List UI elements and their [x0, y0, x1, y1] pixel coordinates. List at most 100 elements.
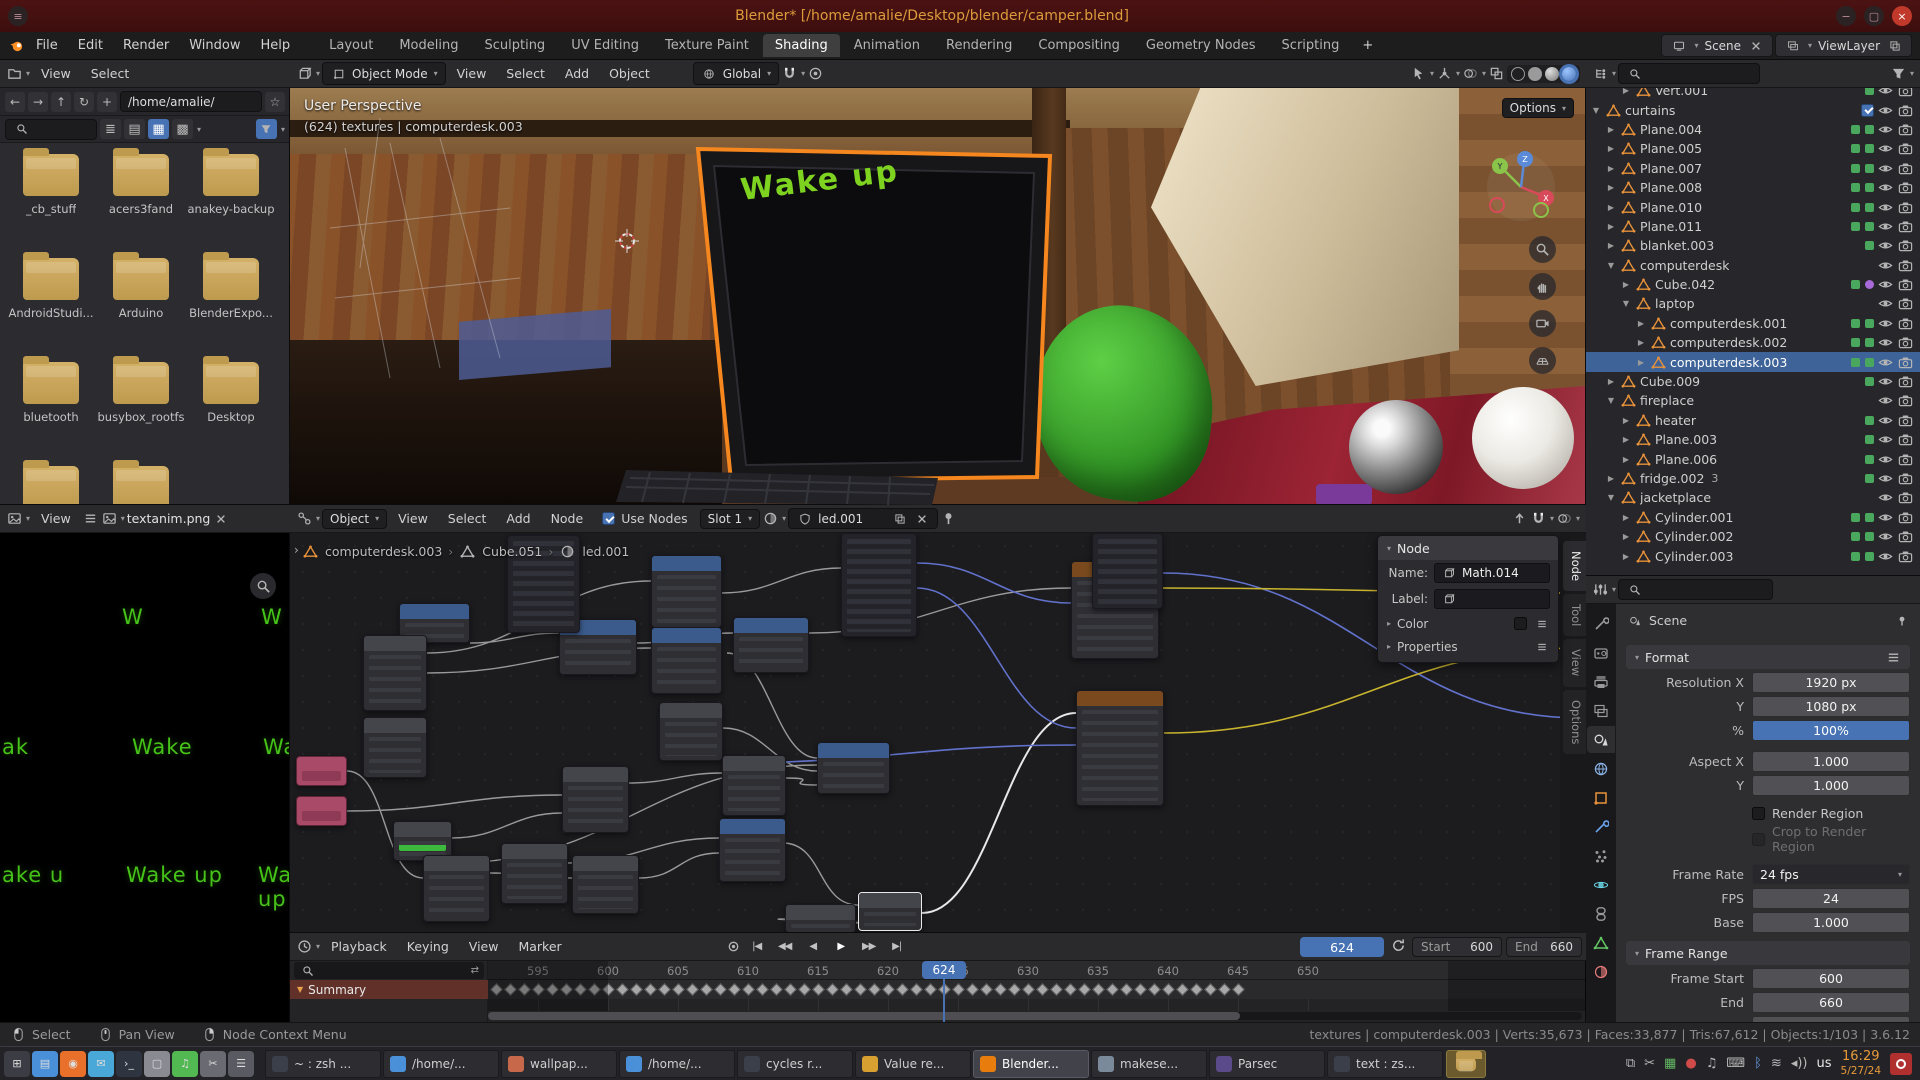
camera-icon[interactable] [1897, 373, 1914, 390]
shader-menu-add[interactable]: Add [497, 508, 539, 529]
shading-rendered-icon[interactable] [1562, 67, 1576, 81]
scene-selector[interactable]: ▾ Scene [1661, 34, 1773, 57]
toggle-perspective-button[interactable] [1529, 347, 1556, 374]
launcher-files-icon[interactable]: ▤ [32, 1051, 58, 1077]
expand-arrow[interactable]: ▶ [1620, 532, 1632, 541]
object-name[interactable]: blanket.003 [1640, 238, 1714, 253]
prop-value-field[interactable]: 100% [1752, 720, 1910, 741]
camera-icon[interactable] [1897, 276, 1914, 293]
node-header[interactable] [502, 844, 567, 859]
tray-network-icon[interactable]: ≋ [1771, 1056, 1782, 1071]
outliner-row-computerdesk-001[interactable]: ▶computerdesk.001 [1586, 314, 1920, 333]
shader-node[interactable] [423, 855, 490, 922]
math-node[interactable] [733, 617, 809, 673]
summary-keyframe[interactable] [1134, 983, 1147, 996]
menubar-menu-window[interactable]: Window [180, 35, 249, 56]
outliner-row-plane-010[interactable]: ▶Plane.010 [1586, 197, 1920, 216]
expand-arrow[interactable]: ▼ [1620, 299, 1632, 308]
summary-keyframe[interactable] [1176, 983, 1189, 996]
timeline-scrollbar[interactable] [488, 1012, 1582, 1020]
properties-tab-view-layer[interactable] [1587, 697, 1615, 724]
playhead-line[interactable] [943, 975, 945, 1022]
eye-icon[interactable] [1877, 451, 1894, 468]
files-window-button[interactable] [1446, 1050, 1486, 1078]
summary-keyframe[interactable] [616, 983, 629, 996]
summary-keyframe[interactable] [756, 983, 769, 996]
camera-icon[interactable] [1897, 489, 1914, 506]
outliner-filter-icon[interactable] [1890, 65, 1907, 82]
prop-format-header[interactable]: ▾Format [1626, 645, 1910, 669]
task-button--home-[interactable]: /home/... [383, 1050, 499, 1078]
editor-type-timeline-icon[interactable] [296, 938, 313, 955]
summary-keyframe[interactable] [1204, 983, 1217, 996]
object-name[interactable]: fridge.002 [1640, 471, 1704, 486]
shader-node[interactable] [572, 855, 639, 914]
node-snap-icon[interactable] [1530, 510, 1547, 527]
summary-keyframe[interactable] [854, 983, 867, 996]
node-header[interactable] [818, 743, 889, 758]
timeline-menu-marker[interactable]: Marker [509, 936, 570, 957]
camera-icon[interactable] [1897, 431, 1914, 448]
camera-icon[interactable] [1897, 257, 1914, 274]
outliner-row-cylinder-003[interactable]: ▶Cylinder.003 [1586, 546, 1920, 565]
object-name[interactable]: Plane.004 [1640, 122, 1702, 137]
workspace-tab-animation[interactable]: Animation [842, 34, 932, 57]
image-view-menu[interactable]: View [32, 508, 80, 529]
camera-icon[interactable] [1897, 121, 1914, 138]
properties-tab-material[interactable] [1587, 958, 1615, 985]
outliner-row-computerdesk-002[interactable]: ▶computerdesk.002 [1586, 333, 1920, 352]
camera-icon[interactable] [1897, 237, 1914, 254]
expand-arrow[interactable]: ▶ [1620, 280, 1632, 289]
tray-bluetooth-icon[interactable]: ᛒ [1754, 1056, 1762, 1071]
summary-keyframe[interactable] [672, 983, 685, 996]
summary-keyframe[interactable] [1022, 983, 1035, 996]
side-tab-node[interactable]: Node [1563, 541, 1586, 591]
color-checkbox[interactable] [1514, 617, 1527, 630]
node-color-section[interactable]: ▸Color [1378, 612, 1558, 635]
camera-icon[interactable] [1897, 199, 1914, 216]
image-name[interactable]: textanim.png [127, 511, 211, 526]
camera-icon[interactable] [1897, 412, 1914, 429]
node-header[interactable] [364, 636, 426, 651]
node-header[interactable] [720, 819, 785, 834]
folder-item[interactable]: BlenderExpo... [186, 252, 276, 356]
viewport-menu-object[interactable]: Object [600, 63, 659, 84]
image-browse-icon[interactable] [101, 510, 118, 527]
object-name[interactable]: Cylinder.002 [1655, 529, 1733, 544]
outliner-row-fridge-002[interactable]: ▶fridge.0023 [1586, 469, 1920, 488]
refresh-button[interactable]: ↻ [74, 92, 94, 112]
path-field[interactable]: /home/amalie/ [120, 91, 262, 112]
launcher-capture-icon[interactable]: ✂ [200, 1051, 226, 1077]
tray-record-icon[interactable]: ● [1685, 1056, 1696, 1071]
object-name[interactable]: laptop [1655, 296, 1695, 311]
shader-node[interactable] [501, 843, 568, 904]
properties-tab-output[interactable] [1587, 668, 1615, 695]
folder-item-partial[interactable] [96, 460, 186, 505]
timeline-body[interactable]: 595600605610615620625630635640645650 ⇄ ▼… [290, 961, 1586, 1022]
node-header[interactable] [563, 767, 628, 782]
summary-keyframe[interactable] [742, 983, 755, 996]
create-dir-button[interactable]: + [97, 92, 117, 112]
checkbox[interactable] [1752, 833, 1765, 846]
viewport-menu-view[interactable]: View [448, 63, 496, 84]
parent-node-tree-icon[interactable] [1511, 510, 1528, 527]
view-details-button[interactable]: ▤ [124, 119, 145, 139]
outliner-row-computerdesk[interactable]: ▼computerdesk [1586, 256, 1920, 275]
window-menu-button[interactable]: ≡ [8, 6, 28, 26]
node-header[interactable] [859, 893, 921, 908]
side-tab-options[interactable]: Options [1563, 690, 1586, 754]
eye-icon[interactable] [1877, 373, 1894, 390]
camera-icon[interactable] [1897, 218, 1914, 235]
outliner-row-vert-001[interactable]: ▶Vert.001 [1586, 88, 1920, 100]
eye-icon[interactable] [1877, 88, 1894, 99]
outliner-row-curtains[interactable]: ▼curtains [1586, 100, 1920, 119]
summary-keyframe[interactable] [1120, 983, 1133, 996]
selectability-icon[interactable] [1410, 65, 1427, 82]
outliner-row-cylinder-002[interactable]: ▶ Cylinder.002 [1586, 527, 1920, 546]
menubar-menu-help[interactable]: Help [252, 35, 300, 56]
viewport-menu-add[interactable]: Add [556, 63, 598, 84]
shader-node[interactable] [785, 904, 856, 933]
workspace-tab-shading[interactable]: Shading [763, 34, 840, 57]
frame-end-field[interactable]: End660 [1506, 937, 1582, 957]
side-tab-view[interactable]: View [1563, 639, 1586, 686]
